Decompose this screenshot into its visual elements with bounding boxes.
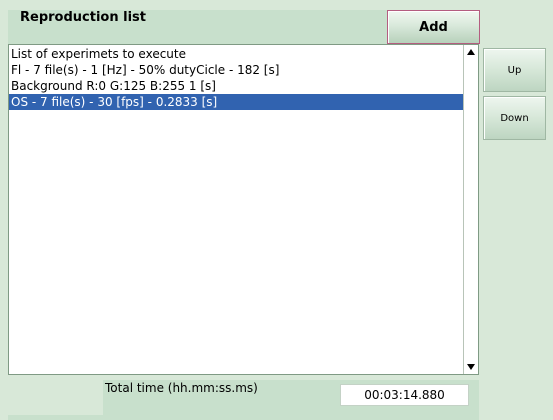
header-panel: Reproduction list bbox=[8, 10, 387, 44]
total-time-label: Total time (hh.mm:ss.ms) bbox=[105, 381, 258, 395]
scroll-up-button[interactable] bbox=[464, 45, 478, 59]
add-button[interactable]: Add bbox=[387, 10, 480, 44]
reproduction-listbox[interactable]: List of experimets to execute Fl - 7 fil… bbox=[8, 44, 479, 375]
reproduction-list-title: Reproduction list bbox=[20, 10, 146, 25]
triangle-up-icon bbox=[467, 49, 475, 55]
scroll-track[interactable] bbox=[464, 59, 478, 360]
bottom-strip bbox=[8, 415, 479, 420]
total-time-field: 00:03:14.880 bbox=[340, 384, 469, 406]
vertical-scrollbar[interactable] bbox=[463, 45, 478, 374]
list-item[interactable]: Fl - 7 file(s) - 1 [Hz] - 50% dutyCicle … bbox=[9, 62, 463, 78]
up-button[interactable]: Up bbox=[483, 48, 546, 92]
list-item-selected[interactable]: OS - 7 file(s) - 30 [fps] - 0.2833 [s] bbox=[9, 94, 463, 110]
triangle-down-icon bbox=[467, 364, 475, 370]
list-items: List of experimets to execute Fl - 7 fil… bbox=[9, 46, 463, 374]
scroll-down-button[interactable] bbox=[464, 360, 478, 374]
list-item[interactable]: Background R:0 G:125 B:255 1 [s] bbox=[9, 78, 463, 94]
down-button[interactable]: Down bbox=[483, 96, 546, 140]
list-item[interactable]: List of experimets to execute bbox=[9, 46, 463, 62]
footer-panel: Total time (hh.mm:ss.ms) 00:03:14.880 bbox=[103, 380, 479, 415]
